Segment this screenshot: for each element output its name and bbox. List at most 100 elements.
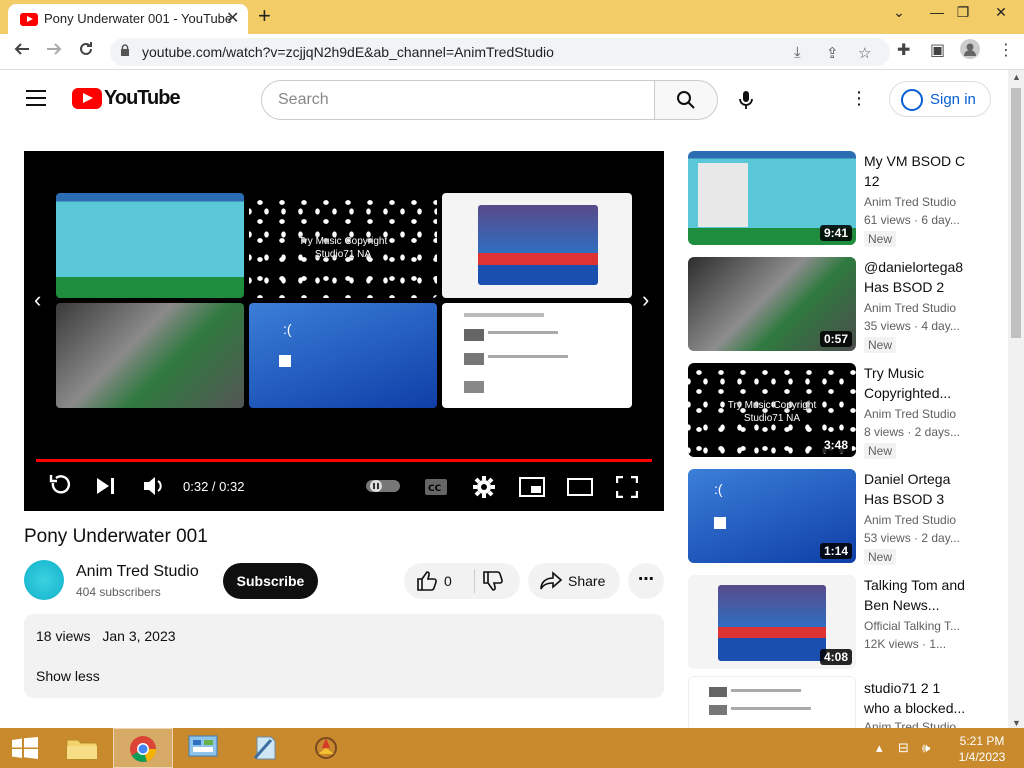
lock-icon[interactable] <box>120 44 130 57</box>
browser-tab[interactable]: Pony Underwater 001 - YouTube ✕ <box>8 4 248 34</box>
endscreen-video-3[interactable] <box>442 193 632 298</box>
more-actions-button[interactable]: ⋯ <box>628 563 664 599</box>
next-video-icon[interactable] <box>95 476 117 496</box>
sign-in-label: Sign in <box>930 91 976 108</box>
share-button[interactable]: Share <box>528 563 620 599</box>
like-count[interactable]: 0 <box>444 573 452 589</box>
rec-title[interactable]: studio71 2 1 who a blocked... <box>864 678 968 718</box>
progress-bar[interactable] <box>36 459 652 462</box>
show-less-button[interactable]: Show less <box>36 668 100 684</box>
rec-title[interactable]: My VM BSOD C 12 <box>864 151 968 191</box>
rec-new-badge: New <box>864 549 897 565</box>
install-app-icon[interactable]: ⤓ <box>794 44 801 61</box>
search-box[interactable] <box>261 80 655 120</box>
volume-tray-icon[interactable]: 🕪 <box>922 740 930 756</box>
sign-in-button[interactable]: Sign in <box>889 81 991 117</box>
youtube-logo-text[interactable]: YouTube <box>104 87 181 110</box>
start-button[interactable] <box>0 728 50 768</box>
forward-arrow-icon[interactable] <box>42 40 66 64</box>
dislike-thumb-icon[interactable] <box>482 571 504 591</box>
recommendation-item[interactable]: 0:57 @danielortega8 Has BSOD 2 Anim Tred… <box>688 257 988 353</box>
rec-thumbnail[interactable]: 4:08 <box>688 575 856 669</box>
network-icon[interactable]: ⊟ <box>898 740 909 756</box>
endscreen-video-2[interactable]: Try Music Copyright Studio71 NA <box>249 193 437 298</box>
recommendation-item[interactable]: studio71 2 1 who a blocked... Anim Tred … <box>688 676 988 728</box>
recommendation-item[interactable]: Try Music Copyright Studio71 NA 3:48 Try… <box>688 363 988 459</box>
tab-close-icon[interactable]: ✕ <box>226 8 239 28</box>
fullscreen-icon[interactable] <box>616 476 638 498</box>
captions-icon[interactable]: CC <box>424 478 448 496</box>
hamburger-menu-icon[interactable] <box>26 90 46 106</box>
miniplayer-icon[interactable] <box>519 477 545 497</box>
rec-thumbnail[interactable]: 0:57 <box>688 257 856 351</box>
recommendation-item[interactable]: :( 1:14 Daniel Ortega Has BSOD 3 Anim Tr… <box>688 469 988 565</box>
rec-thumbnail[interactable]: 9:41 <box>688 151 856 245</box>
share-page-icon[interactable]: ⇪ <box>826 44 839 62</box>
qr-code <box>279 355 291 367</box>
browser-menu-icon[interactable]: ⋮ <box>998 40 1014 60</box>
extensions-puzzle-icon[interactable]: ✚ <box>897 40 910 60</box>
channel-avatar[interactable] <box>24 560 64 600</box>
chrome-button[interactable] <box>113 728 173 768</box>
recommendation-item[interactable]: 4:08 Talking Tom and Ben News... Officia… <box>688 575 988 671</box>
tray-arrow-icon[interactable]: ▴ <box>876 740 883 756</box>
like-dislike-group: 0 <box>404 563 520 599</box>
search-input[interactable] <box>278 91 638 109</box>
rec-thumbnail[interactable]: Try Music Copyright Studio71 NA 3:48 <box>688 363 856 457</box>
bookmark-star-icon[interactable]: ☆ <box>858 44 871 62</box>
endscreen-video-5[interactable]: :( <box>249 303 437 408</box>
upload-date: Jan 3, 2023 <box>102 628 176 644</box>
rec-title[interactable]: @danielortega8 Has BSOD 2 <box>864 257 968 297</box>
back-arrow-icon[interactable] <box>10 40 34 64</box>
endscreen-video-1[interactable] <box>56 193 244 298</box>
endscreen-video-4[interactable] <box>56 303 244 408</box>
new-tab-button[interactable]: + <box>258 3 271 29</box>
rec-thumbnail[interactable]: :( 1:14 <box>688 469 856 563</box>
app-button[interactable] <box>296 728 356 768</box>
search-button[interactable] <box>654 80 718 120</box>
scroll-up-icon[interactable]: ▲ <box>1012 72 1021 82</box>
rec-title[interactable]: Try Music Copyrighted... <box>864 363 968 403</box>
restore-button[interactable]: ❐ <box>946 0 980 24</box>
windows-logo-icon <box>12 737 38 759</box>
notepad-button[interactable] <box>235 728 295 768</box>
description-box[interactable]: 18 views Jan 3, 2023 Show less <box>24 614 664 698</box>
rec-thumbnail[interactable] <box>688 676 856 728</box>
reload-icon[interactable] <box>74 40 98 64</box>
next-arrow-icon[interactable]: › <box>642 287 649 313</box>
tab-search-icon[interactable]: ⌄ <box>882 0 916 24</box>
file-explorer-button[interactable] <box>52 728 112 768</box>
channel-name[interactable]: Anim Tred Studio <box>76 563 199 581</box>
scroll-down-icon[interactable]: ▼ <box>1012 718 1021 728</box>
control-panel-button[interactable] <box>174 728 234 768</box>
account-icon <box>901 89 923 111</box>
close-window-button[interactable]: ✕ <box>984 0 1018 24</box>
profile-icon[interactable] <box>960 39 980 64</box>
theater-mode-icon[interactable] <box>567 478 593 496</box>
system-clock[interactable]: 5:21 PM 1/4/2023 <box>952 733 1012 765</box>
windows-taskbar: ▴ ⊟ 🕪 5:21 PM 1/4/2023 <box>0 728 1024 768</box>
settings-gear-icon[interactable] <box>472 475 496 499</box>
rec-title[interactable]: Talking Tom and Ben News... <box>864 575 968 615</box>
video-player[interactable]: Try Music Copyright Studio71 NA :( ‹ › 0… <box>24 151 664 511</box>
subscribe-button[interactable]: Subscribe <box>223 563 318 599</box>
settings-more-icon[interactable]: ⋮ <box>850 88 868 109</box>
address-bar[interactable]: youtube.com/watch?v=zcjjqN2h9dE&ab_chann… <box>110 38 890 66</box>
youtube-logo-icon[interactable] <box>72 88 102 109</box>
rec-duration: 0:57 <box>819 331 852 347</box>
page-scrollbar[interactable]: ▲ ▼ <box>1008 70 1024 730</box>
voice-search-button[interactable] <box>728 82 764 118</box>
autoplay-toggle-icon[interactable] <box>366 479 400 493</box>
like-thumb-icon[interactable] <box>416 571 438 591</box>
rec-overlay-text: Try Music Copyright Studio71 NA <box>722 399 822 425</box>
side-panel-icon[interactable]: ▣ <box>930 40 945 60</box>
replay-icon[interactable] <box>48 473 72 499</box>
prev-arrow-icon[interactable]: ‹ <box>34 287 41 313</box>
recommendation-item[interactable]: 9:41 My VM BSOD C 12 Anim Tred Studio 61… <box>688 151 988 247</box>
scrollbar-thumb[interactable] <box>1011 88 1021 338</box>
endscreen-video-6[interactable] <box>442 303 632 408</box>
rec-channel: Anim Tred Studio <box>864 720 957 728</box>
rec-duration: 1:14 <box>819 543 852 559</box>
volume-icon[interactable] <box>142 475 166 497</box>
rec-title[interactable]: Daniel Ortega Has BSOD 3 <box>864 469 968 509</box>
